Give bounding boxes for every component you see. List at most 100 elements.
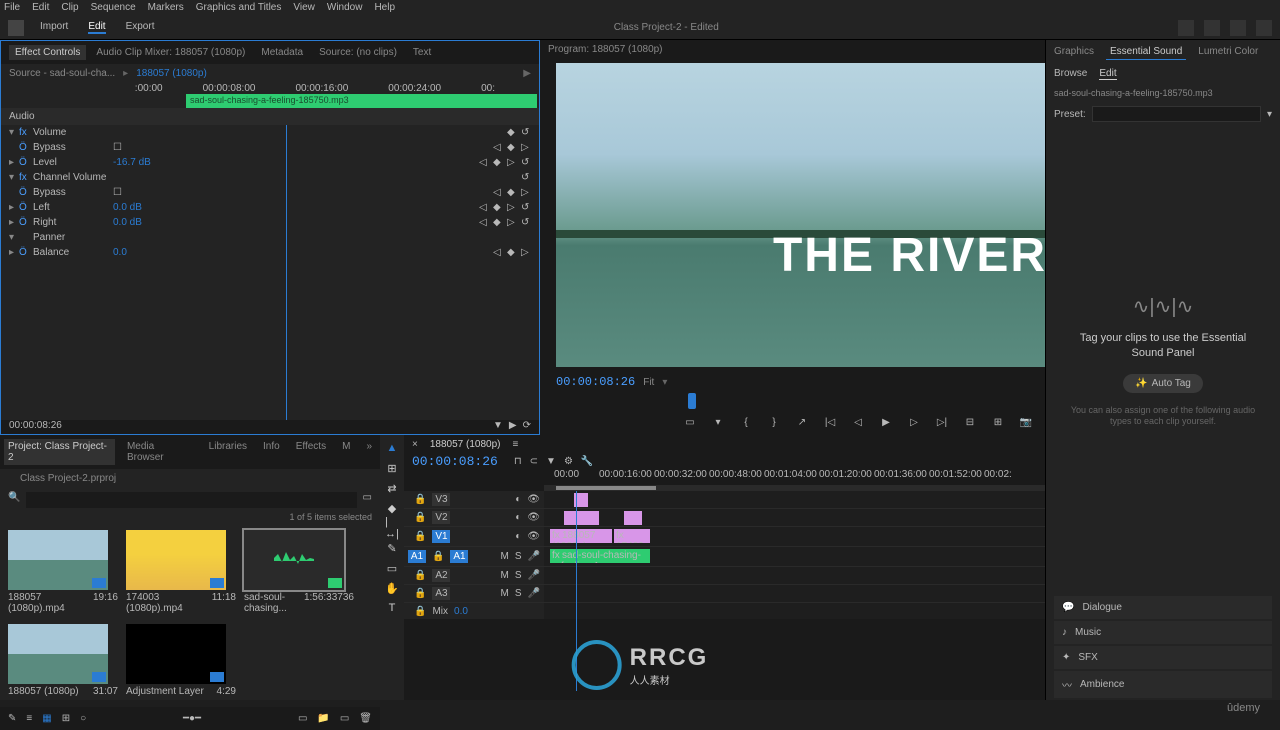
lock-icon[interactable]: 🔒 [414, 512, 426, 523]
freeform-icon[interactable]: ⊞ [62, 713, 70, 724]
sort-icon[interactable]: ○ [80, 713, 86, 724]
bypass-checkbox[interactable]: ☐ [113, 142, 122, 153]
solo-icon[interactable]: S [515, 570, 522, 581]
project-item[interactable]: 188057 (1080p)31:07 [8, 624, 118, 699]
mute-icon[interactable]: M [501, 570, 509, 581]
tab-media-browser[interactable]: Media Browser [123, 439, 197, 465]
snap-icon[interactable]: ⊓ [514, 456, 522, 467]
clip-v1-2[interactable]: fx 17400 [614, 529, 650, 543]
fc-play-icon[interactable]: ▶ [509, 420, 517, 434]
reset-icon[interactable]: ↺ [521, 217, 531, 228]
workspace-export[interactable]: Export [126, 21, 155, 34]
in-icon[interactable]: { [739, 415, 753, 429]
settings-icon[interactable]: ⚙ [564, 456, 573, 467]
tab-audio-mixer[interactable]: Audio Clip Mixer: 188057 (1080p) [90, 45, 251, 60]
bin-icon[interactable]: ▭ [363, 492, 372, 508]
prop-ch-bypass[interactable]: Bypass [33, 187, 113, 198]
track-mix[interactable]: Mix [432, 606, 448, 617]
track-select-icon[interactable]: ⊞ [385, 461, 399, 475]
workspace-edit[interactable]: Edit [88, 21, 105, 34]
rect-tool-icon[interactable]: ▭ [385, 561, 399, 575]
play-icon[interactable]: ▶ [879, 415, 893, 429]
cat-sfx[interactable]: ✦SFX [1054, 646, 1272, 669]
trash-icon[interactable]: 🗑 [359, 713, 372, 724]
go-to-in-icon[interactable]: |◁ [823, 415, 837, 429]
tab-libraries[interactable]: Libraries [205, 439, 251, 465]
project-item[interactable]: Adjustment Layer4:29 [126, 624, 236, 699]
fc-sequence-link[interactable]: 188057 (1080p) [136, 68, 207, 79]
tab-metadata[interactable]: Metadata [255, 45, 309, 60]
icon-view-icon[interactable]: ▦ [42, 713, 51, 724]
lock-icon[interactable]: 🔒 [414, 606, 426, 617]
maximize-icon[interactable] [1256, 20, 1272, 36]
home-icon[interactable] [8, 20, 24, 36]
subtab-edit[interactable]: Edit [1099, 68, 1116, 80]
toggle-icon[interactable]: ◐ [515, 531, 521, 542]
toggle-icon[interactable]: ◐ [515, 494, 521, 505]
tab-info[interactable]: Info [259, 439, 284, 465]
tab-essential-sound[interactable]: Essential Sound [1106, 44, 1186, 60]
prop-panner[interactable]: Panner [33, 232, 113, 243]
track-v1[interactable]: V1 [432, 530, 450, 543]
zoom-slider[interactable]: ━●━ [183, 713, 201, 724]
lock-icon[interactable]: 🔒 [414, 570, 426, 581]
step-back-icon[interactable]: ◁ [851, 415, 865, 429]
reset-icon[interactable]: ↺ [521, 172, 531, 183]
clip-v2[interactable] [564, 511, 599, 525]
track-v2[interactable]: V2 [432, 511, 450, 524]
track-a1[interactable]: A1 [450, 550, 468, 563]
menu-help[interactable]: Help [374, 2, 395, 14]
prop-balance[interactable]: Balance [33, 247, 113, 258]
marker-tool-icon[interactable]: ▼ [546, 456, 556, 467]
solo-icon[interactable]: S [515, 551, 522, 562]
export-frame-icon[interactable]: ↗ [795, 415, 809, 429]
new-item-icon[interactable]: ▭ [340, 713, 349, 724]
out-icon[interactable]: } [767, 415, 781, 429]
voice-icon[interactable]: 🎤 [528, 588, 540, 599]
solo-icon[interactable]: S [515, 588, 522, 599]
search-icon[interactable]: 🔍 [8, 492, 20, 508]
menu-file[interactable]: File [4, 2, 20, 14]
mute-icon[interactable]: M [501, 551, 509, 562]
project-item[interactable]: 174003 (1080p).mp411:18 [126, 530, 236, 616]
level-value[interactable]: -16.7 dB [113, 157, 163, 168]
quick-export-icon[interactable] [1178, 20, 1194, 36]
marker-icon[interactable]: ▭ [683, 415, 697, 429]
program-timecode-left[interactable]: 00:00:08:26 [556, 375, 635, 389]
go-to-out-icon[interactable]: ▷| [935, 415, 949, 429]
mark-in-icon[interactable]: ▾ [711, 415, 725, 429]
mute-icon[interactable]: M [501, 588, 509, 599]
fc-ruler[interactable]: :00:00 00:00:08:00 00:00:16:00 00:00:24:… [131, 83, 539, 94]
eye-icon[interactable]: 👁 [527, 494, 540, 505]
clip-v2b[interactable] [624, 511, 642, 525]
right-value[interactable]: 0.0 dB [113, 217, 163, 228]
fc-filter-icon[interactable]: ▼ [493, 420, 503, 434]
program-fit[interactable]: Fit [643, 377, 654, 388]
workspace-menu-icon[interactable] [1230, 20, 1246, 36]
lift-icon[interactable]: ⊟ [963, 415, 977, 429]
share-icon[interactable] [1204, 20, 1220, 36]
search-input[interactable] [26, 492, 356, 508]
wrench-icon[interactable]: 🔧 [581, 456, 593, 467]
seq-menu-icon[interactable]: ≡ [512, 439, 518, 450]
link-icon[interactable]: ⊂ [530, 456, 538, 467]
new-bin-icon[interactable]: 📁 [317, 713, 329, 724]
tab-more[interactable]: M [338, 439, 354, 465]
tab-effect-controls[interactable]: Effect Controls [9, 45, 86, 60]
menu-edit[interactable]: Edit [32, 2, 49, 14]
reset-icon[interactable]: ↺ [521, 127, 531, 138]
clip-v1-1[interactable]: fx 188057 (1080p) [550, 529, 612, 543]
cat-music[interactable]: ♪Music [1054, 621, 1272, 644]
sequence-name[interactable]: 188057 (1080p) [430, 439, 501, 450]
tab-lumetri[interactable]: Lumetri Color [1194, 44, 1262, 60]
extract-icon[interactable]: ⊞ [991, 415, 1005, 429]
tab-source[interactable]: Source: (no clips) [313, 45, 403, 60]
voice-icon[interactable]: 🎤 [528, 570, 540, 581]
lock-icon[interactable]: 🔒 [414, 531, 426, 542]
overflow-icon[interactable]: » [362, 439, 376, 465]
track-a3[interactable]: A3 [432, 587, 450, 600]
ripple-edit-icon[interactable]: ⇄ [385, 481, 399, 495]
pen-tool-icon[interactable]: ✎ [385, 541, 399, 555]
project-item[interactable]: 188057 (1080p).mp419:16 [8, 530, 118, 616]
chevron-down-icon[interactable]: ▾ [1267, 109, 1272, 120]
